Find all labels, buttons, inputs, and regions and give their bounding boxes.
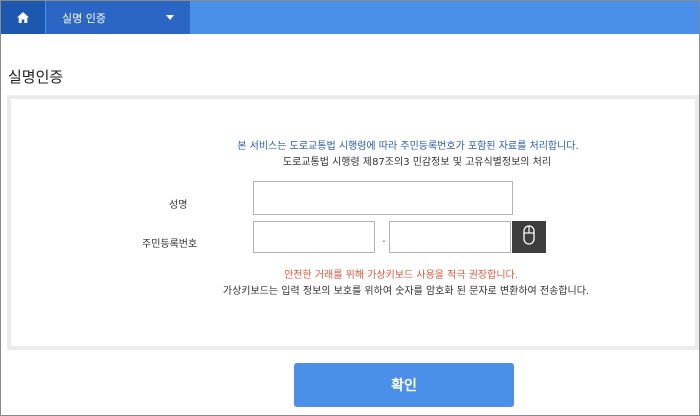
menu-dropdown-button[interactable]: 실명 인증 [46, 1, 190, 34]
page-title: 실명인증 [8, 68, 64, 86]
name-input[interactable] [253, 181, 513, 215]
rrn-label: 주민등록번호 [142, 239, 198, 250]
caret-down-icon [166, 15, 174, 20]
rrn-back-input[interactable] [389, 221, 511, 253]
virtual-keyboard-note: 가상키보드는 입력 정보의 보호를 위하여 숫자를 암호화 된 문자로 변환하여… [222, 286, 590, 297]
mouse-icon [523, 225, 535, 249]
verification-form: 본 서비스는 도로교통법 시행령에 따라 주민등록번호가 포함된 자료를 처리합… [11, 99, 695, 346]
info-notice: 본 서비스는 도로교통법 시행령에 따라 주민등록번호가 포함된 자료를 처리합… [237, 141, 579, 152]
home-button[interactable] [1, 1, 45, 34]
menu-dropdown-label: 실명 인증 [62, 11, 106, 25]
name-label: 성명 [169, 200, 188, 211]
confirm-button[interactable]: 확인 [294, 363, 514, 407]
virtual-keyboard-warning: 안전한 거래를 위해 가상키보드 사용을 적극 권장합니다. [284, 270, 518, 281]
virtual-keyboard-button[interactable] [512, 221, 546, 253]
rrn-front-input[interactable] [253, 221, 375, 253]
verification-panel: 본 서비스는 도로교통법 시행령에 따라 주민등록번호가 포함된 자료를 처리합… [7, 95, 699, 350]
rrn-separator: - [382, 236, 386, 247]
home-icon [17, 8, 29, 27]
info-legal-basis: 도로교통법 시행령 제87조의3 민감정보 및 고유식별정보의 처리 [282, 157, 552, 168]
